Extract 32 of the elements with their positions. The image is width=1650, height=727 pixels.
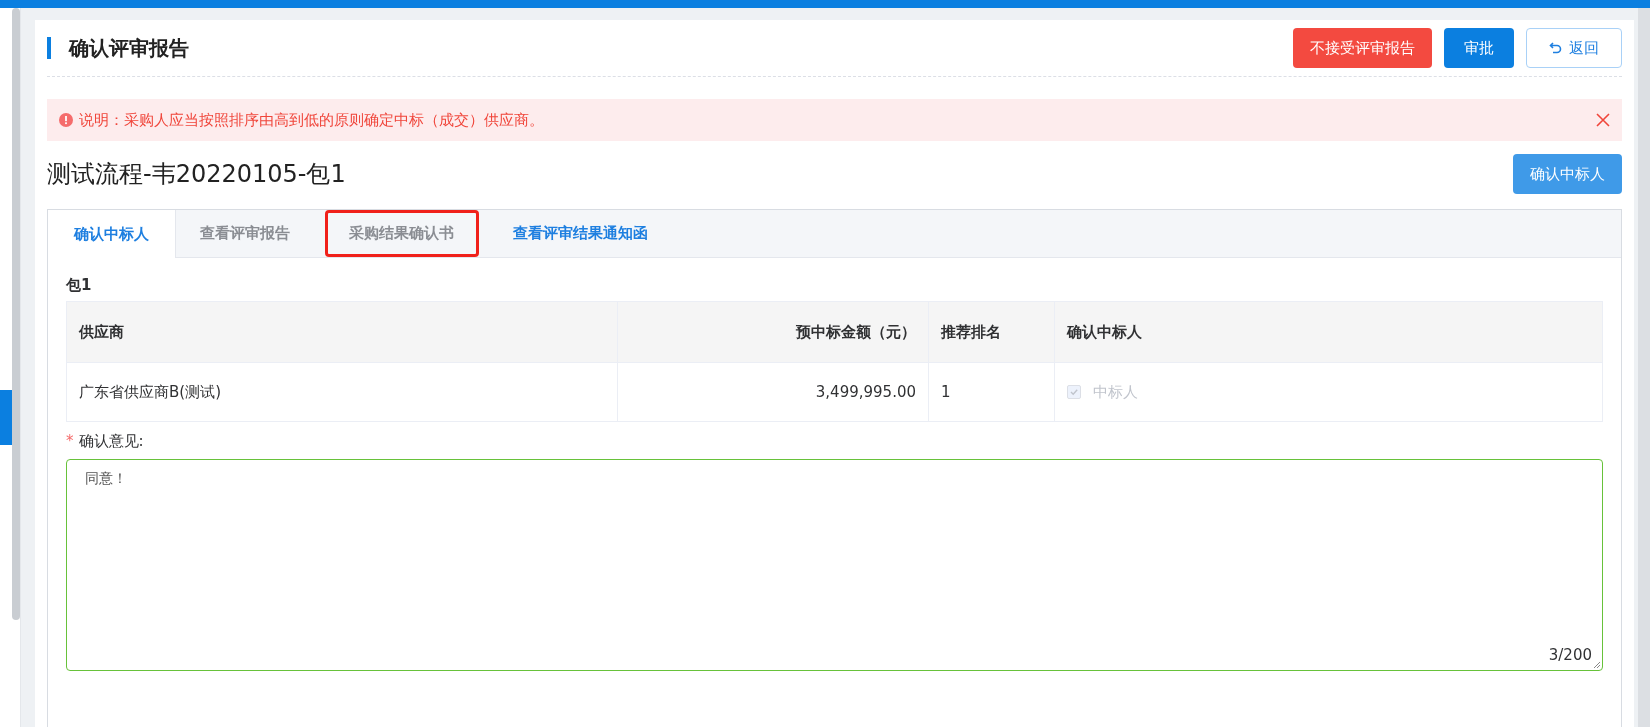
reject-button[interactable]: 不接受评审报告: [1293, 28, 1432, 68]
checkbox-label: 中标人: [1093, 382, 1138, 402]
check-icon: [1069, 387, 1079, 397]
approve-button[interactable]: 审批: [1444, 28, 1514, 68]
alert-text: 说明：采购人应当按照排序由高到低的原则确定中标（成交）供应商。: [79, 110, 544, 130]
field-label: 确认意见:: [78, 432, 144, 451]
column-header: 推荐排名: [929, 302, 1055, 362]
page-title: 确认评审报告: [69, 34, 189, 62]
column-header: 预中标金额（元）: [618, 302, 929, 362]
character-counter: 3/200: [1548, 646, 1592, 664]
confirm-winner-button[interactable]: 确认中标人: [1513, 154, 1622, 194]
opinion-textarea[interactable]: 同意！ 3/200: [66, 459, 1603, 671]
resize-grip-icon[interactable]: [1593, 661, 1601, 669]
tab[interactable]: 查看评审报告: [176, 210, 315, 257]
package-label: 包1: [66, 276, 93, 295]
back-button[interactable]: 返回: [1526, 28, 1622, 68]
title-accent-bar: [47, 37, 51, 59]
scrollbar-thumb[interactable]: [12, 8, 20, 620]
undo-arrow-icon: [1549, 41, 1563, 55]
tab[interactable]: 查看评审结果通知函: [489, 210, 673, 257]
table-cell: 广东省供应商B(测试): [67, 363, 618, 421]
close-icon[interactable]: [1596, 113, 1610, 127]
column-header: 供应商: [67, 302, 618, 362]
active-indicator: [0, 390, 12, 445]
table-cell: 3,499,995.00: [618, 363, 929, 421]
tab[interactable]: 采购结果确认书: [325, 210, 479, 257]
table-cell: 1: [929, 363, 1055, 421]
column-header: 确认中标人: [1065, 321, 1143, 343]
required-asterisk: *: [66, 432, 74, 451]
project-title: 测试流程-韦20220105-包1: [47, 159, 346, 190]
exclamation-circle-icon: [59, 113, 73, 127]
tab[interactable]: 确认中标人: [48, 210, 176, 258]
